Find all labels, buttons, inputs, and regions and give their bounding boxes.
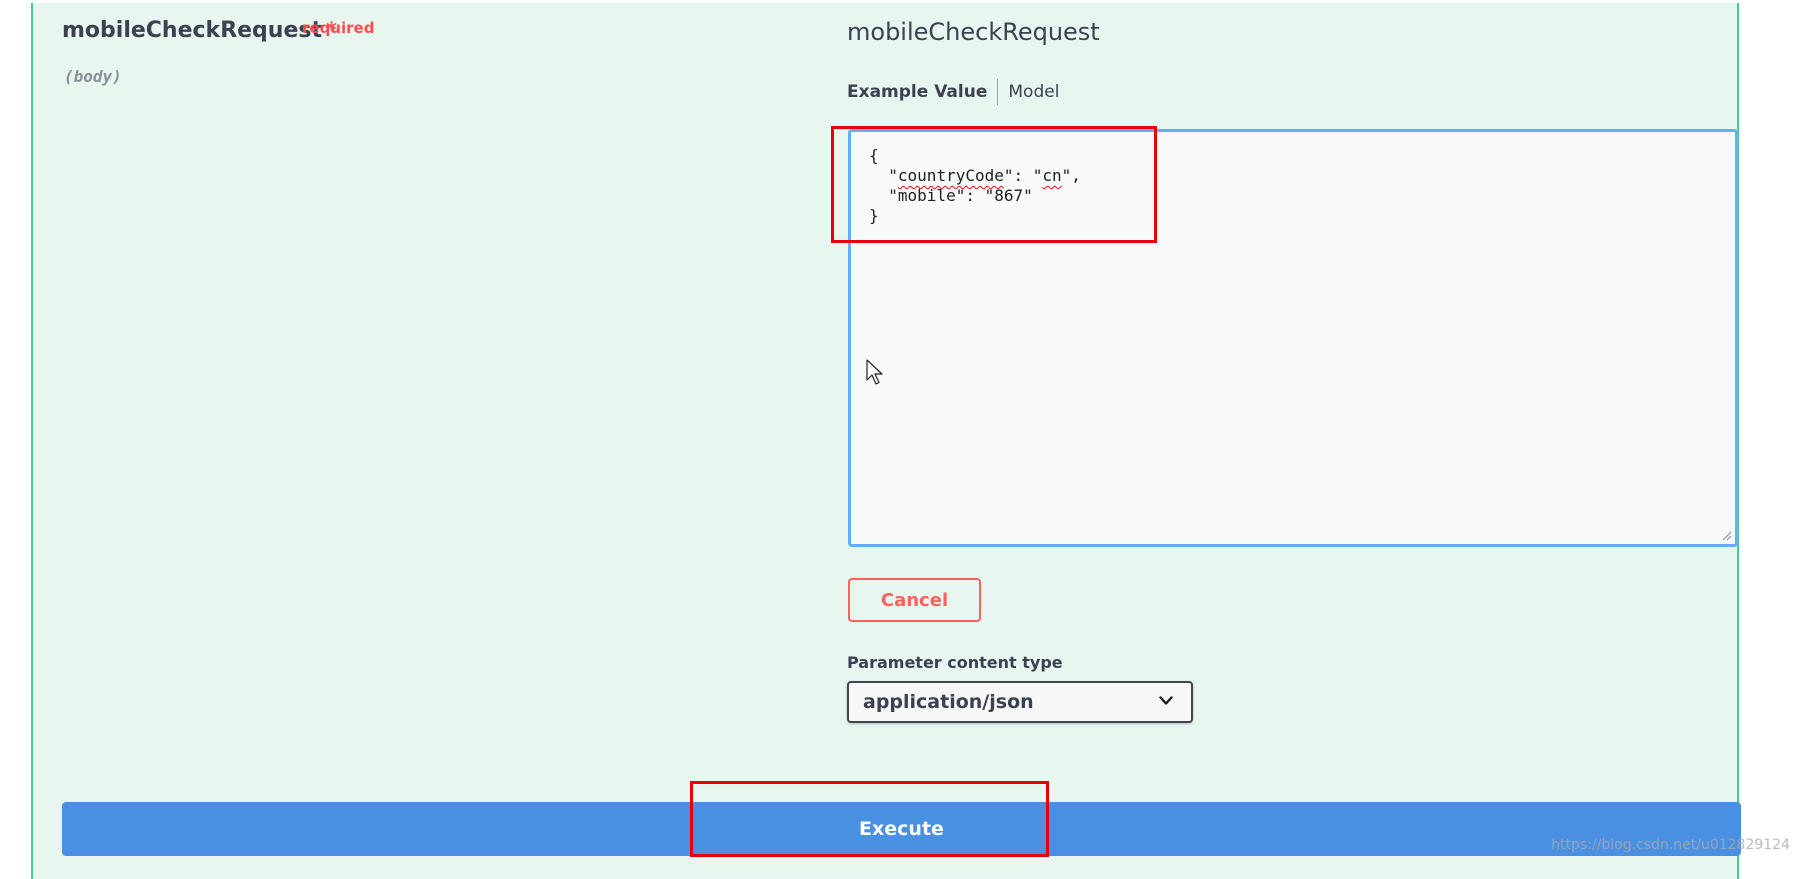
parameter-location: (body) [64, 67, 122, 86]
content-type-label: Parameter content type [847, 653, 1063, 672]
required-label: required [302, 19, 375, 37]
code-line: "mobile": "867" [869, 186, 1033, 205]
cancel-button[interactable]: Cancel [848, 578, 981, 622]
parameter-name: mobileCheckRequest * [62, 18, 337, 43]
body-param-editor[interactable]: { "countryCode": "cn", "mobile": "867" } [848, 129, 1738, 547]
example-model-tabs: Example Value Model [847, 78, 1059, 106]
watermark: https://blog.csdn.net/u012829124 [1551, 837, 1790, 853]
content-type-value: application/json [863, 691, 1034, 713]
parameter-name-text: mobileCheckRequest [62, 18, 322, 43]
json-editor-content: { "countryCode": "cn", "mobile": "867" } [869, 146, 1081, 226]
code-line: } [869, 206, 879, 225]
swagger-parameter-section: mobileCheckRequest * required (body) mobi… [0, 0, 1800, 879]
content-type-select[interactable]: application/json [847, 681, 1193, 723]
schema-title: mobileCheckRequest [847, 18, 1100, 46]
spellcheck-word: countryCode [897, 166, 1004, 185]
resize-handle-icon[interactable] [1722, 531, 1732, 541]
chevron-down-icon [1159, 696, 1173, 705]
tab-model[interactable]: Model [998, 82, 1059, 102]
code-line: "countryCode": "cn", [869, 166, 1081, 185]
execute-button[interactable]: Execute [62, 802, 1741, 856]
spellcheck-word: cn [1042, 166, 1062, 185]
tab-example-value[interactable]: Example Value [847, 82, 997, 102]
code-line: { [869, 146, 879, 165]
